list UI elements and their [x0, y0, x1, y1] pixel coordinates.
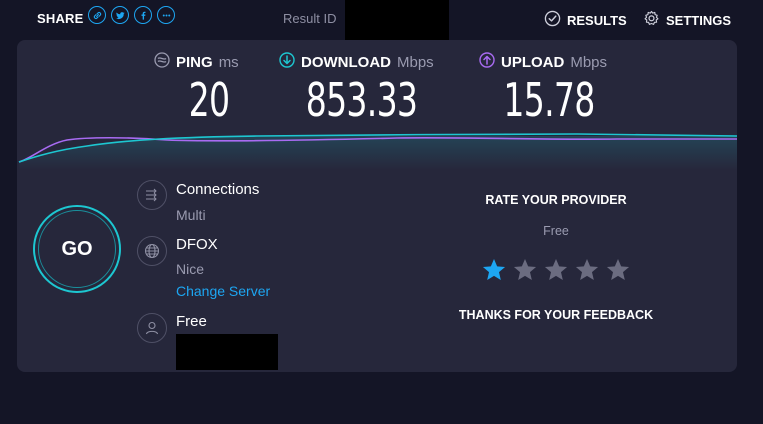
facebook-icon[interactable] [134, 6, 152, 24]
results-button[interactable]: RESULTS [544, 10, 627, 30]
star-icon-2[interactable] [512, 257, 538, 283]
upload-label: UPLOAD [501, 53, 565, 71]
twitter-icon[interactable] [111, 6, 129, 24]
check-circle-icon [544, 10, 561, 30]
server-name: DFOX [176, 236, 218, 253]
change-server-link[interactable]: Change Server [176, 283, 270, 299]
star-icon-3[interactable] [543, 257, 569, 283]
top-bar: SHARE Result ID RESULTS SETTINGS [0, 0, 763, 41]
provider-name: Free [176, 313, 207, 330]
rate-provider-title: RATE YOUR PROVIDER [485, 193, 627, 207]
rate-provider-name: Free [543, 224, 569, 238]
star-rating [481, 257, 631, 283]
download-unit: Mbps [397, 53, 434, 71]
redacted-result-id [345, 0, 449, 41]
speed-graph [18, 133, 737, 170]
globe-icon [137, 236, 167, 266]
redacted-ip [176, 334, 278, 370]
user-icon [137, 313, 167, 343]
star-icon-1[interactable] [481, 257, 507, 283]
share-label: SHARE [37, 11, 84, 26]
server-location: Nice [176, 261, 205, 277]
download-icon [279, 52, 295, 72]
results-label: RESULTS [567, 12, 627, 28]
link-icon[interactable] [88, 6, 106, 24]
ping-metric: PING ms 20 [154, 52, 264, 128]
settings-label: SETTINGS [666, 12, 732, 28]
ping-unit: ms [218, 53, 239, 71]
more-icon[interactable] [157, 6, 175, 24]
gear-icon [643, 10, 660, 30]
results-panel: PING ms 20 DOWNLOAD Mbps 853.33 UPLOAD M… [17, 40, 737, 372]
go-label: GO [38, 210, 116, 288]
star-icon-4[interactable] [574, 257, 600, 283]
thanks-message: THANKS FOR YOUR FEEDBACK [458, 308, 654, 322]
ping-label: PING [176, 53, 213, 71]
upload-metric: UPLOAD Mbps 15.78 [479, 52, 619, 128]
ping-icon [154, 52, 170, 72]
download-metric: DOWNLOAD Mbps 853.33 [279, 52, 444, 128]
result-id-label: Result ID [283, 11, 337, 26]
connections-value: Multi [176, 207, 206, 223]
upload-icon [479, 52, 495, 72]
star-icon-5[interactable] [605, 257, 631, 283]
go-button[interactable]: GO [33, 205, 121, 293]
settings-button[interactable]: SETTINGS [643, 10, 731, 30]
upload-unit: Mbps [570, 53, 608, 71]
share-icons [88, 6, 175, 24]
download-label: DOWNLOAD [301, 53, 391, 71]
connections-icon [137, 180, 167, 210]
connections-title: Connections [176, 181, 260, 198]
